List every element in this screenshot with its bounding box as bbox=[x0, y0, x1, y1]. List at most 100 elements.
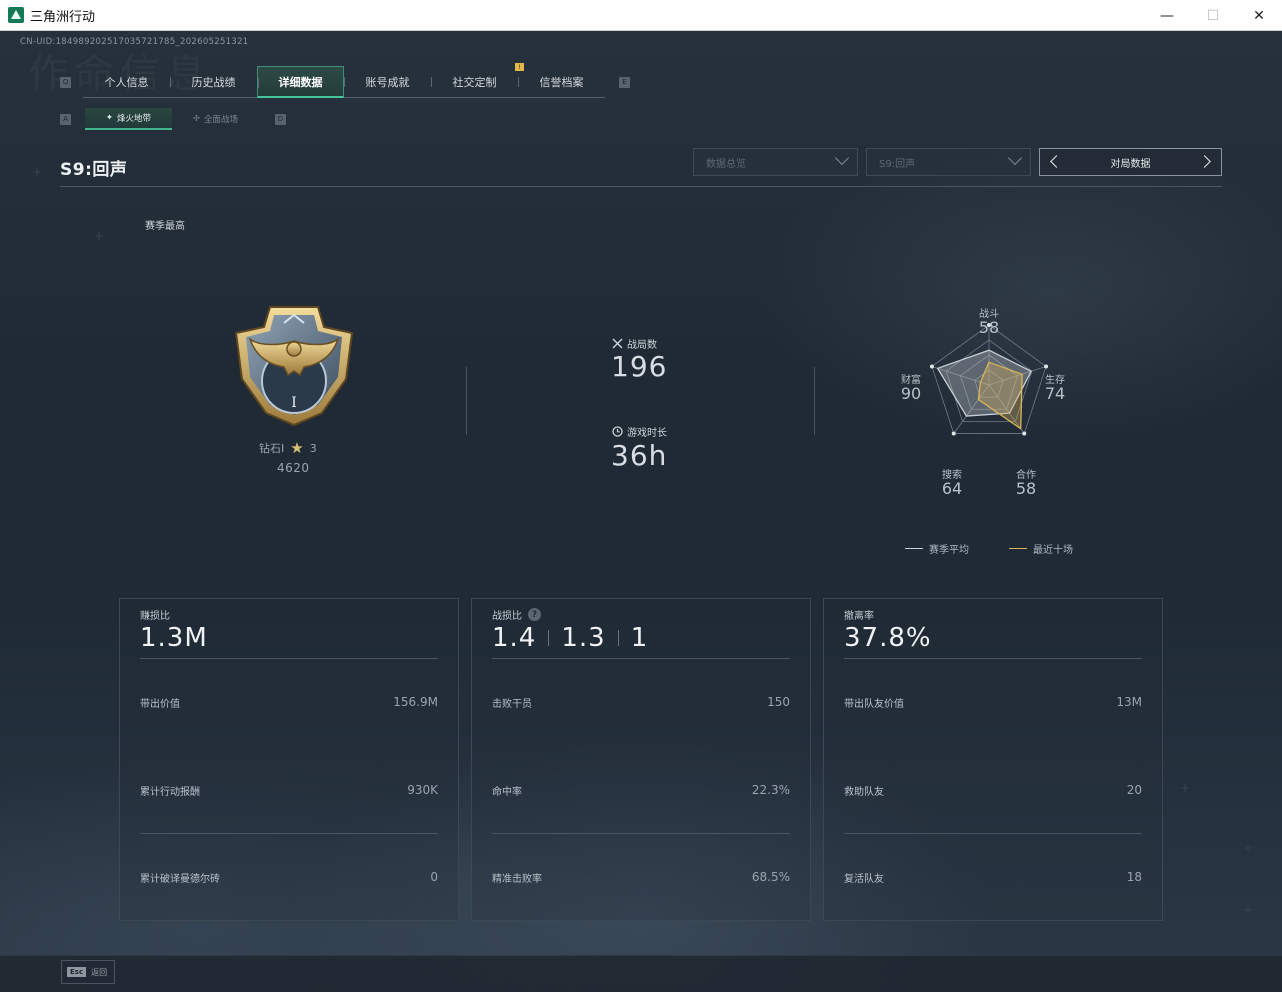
warfare-icon: ✢ bbox=[192, 114, 201, 124]
tab-label: 历史战绩 bbox=[191, 76, 236, 89]
tab-label: 信誉档案 bbox=[539, 76, 584, 89]
playtime-value: 36h bbox=[611, 439, 668, 472]
chevron-right-icon[interactable] bbox=[1198, 155, 1211, 168]
card-head-value: 1.3M bbox=[140, 623, 208, 653]
rank-stars: 3 bbox=[309, 441, 317, 455]
list-item: 救助队友 20 bbox=[844, 783, 1142, 798]
card-head-label: 撤离率 bbox=[844, 611, 874, 622]
main-tabs: Q 个人信息 历史战绩 详细数据 账号成就 社交定制! 信誉档案 E bbox=[60, 63, 630, 98]
tab-row: 个人信息 历史战绩 详细数据 账号成就 社交定制! 信誉档案 bbox=[83, 63, 605, 98]
radar-vertex-dot bbox=[1044, 364, 1049, 369]
help-icon[interactable]: ? bbox=[528, 608, 541, 621]
season-dropdown[interactable]: S9:回声 bbox=[866, 148, 1031, 176]
legend-season-avg-label: 赛季平均 bbox=[929, 545, 969, 556]
matches-label: 战局数 bbox=[612, 336, 657, 351]
svg-text:I: I bbox=[291, 395, 297, 411]
card-head-label: 赚损比 bbox=[140, 611, 170, 622]
clock-icon bbox=[612, 426, 623, 437]
star-icon: ★ bbox=[290, 438, 304, 457]
divider bbox=[492, 658, 790, 659]
app-logo-icon bbox=[8, 7, 24, 23]
tab-3[interactable]: 账号成就 bbox=[344, 66, 431, 98]
key-hint-a[interactable]: A bbox=[60, 113, 71, 125]
row-value: 22.3% bbox=[751, 783, 790, 797]
row-value: 20 bbox=[1126, 783, 1142, 797]
legend-recent-ten: 最近十场 bbox=[1009, 541, 1073, 556]
matches-value: 196 bbox=[611, 350, 668, 383]
list-item: 带出队友价值 13M bbox=[844, 695, 1142, 710]
game-screen: 作命信息 CN-UID:18498920251703572178​5_20260… bbox=[0, 31, 1282, 992]
crossed-swords-icon bbox=[612, 338, 623, 349]
legend-recent-ten-label: 最近十场 bbox=[1033, 545, 1073, 556]
row-label: 带出价值 bbox=[140, 699, 180, 710]
season-dropdown-value: S9:回声 bbox=[879, 158, 916, 170]
rank-tier: 钻石I bbox=[259, 442, 285, 455]
playtime-label: 游戏时长 bbox=[612, 424, 667, 439]
rank-tier-line: 钻石I ★ 3 bbox=[259, 440, 317, 456]
key-hint-d[interactable]: D bbox=[275, 113, 286, 125]
radar-axis-value: 90 bbox=[900, 384, 922, 403]
divider bbox=[140, 833, 438, 834]
decor-plus-icon: + bbox=[94, 229, 105, 243]
decor-plus-icon: + bbox=[1243, 841, 1254, 855]
key-hint-e[interactable]: E bbox=[619, 76, 630, 88]
row-label: 复活队友 bbox=[844, 874, 884, 885]
window-controls: — ☐ ✕ bbox=[1144, 0, 1282, 31]
divider bbox=[140, 658, 438, 659]
list-item: 复活队友 18 bbox=[844, 870, 1142, 885]
card-head-label: 战损比 ? bbox=[492, 607, 541, 622]
mode-dropdown-value: 数据总览 bbox=[706, 158, 746, 170]
row-value: 68.5% bbox=[751, 870, 790, 884]
row-label: 命中率 bbox=[492, 787, 522, 798]
kd-value: 1.4 bbox=[492, 623, 537, 653]
tab-1[interactable]: 历史战绩 bbox=[170, 66, 257, 98]
radar-vertex-dot bbox=[929, 364, 934, 369]
list-item: 累计行动报酬 930K bbox=[140, 783, 438, 798]
maximize-button[interactable]: ☐ bbox=[1190, 0, 1236, 31]
legend-season-avg: 赛季平均 bbox=[905, 541, 969, 556]
tab-5[interactable]: 信誉档案 bbox=[518, 66, 605, 98]
close-button[interactable]: ✕ bbox=[1236, 0, 1282, 31]
card-head-value: 37.8% bbox=[844, 623, 932, 653]
card-head-values: 1.4 1.3 1 bbox=[492, 623, 648, 653]
minimize-button[interactable]: — bbox=[1144, 0, 1190, 31]
radar-axis-value: 64 bbox=[941, 479, 963, 498]
match-data-pager: 对局数据 bbox=[1039, 148, 1222, 176]
playtime-label-text: 游戏时长 bbox=[627, 428, 667, 439]
tab-label: 个人信息 bbox=[104, 76, 149, 89]
chevron-down-icon bbox=[834, 150, 850, 166]
row-label: 精准击败率 bbox=[492, 874, 542, 885]
key-hint-q[interactable]: Q bbox=[60, 76, 71, 88]
decor-plus-icon: + bbox=[1180, 781, 1191, 795]
row-label: 救助队友 bbox=[844, 787, 884, 798]
pager-label: 对局数据 bbox=[1110, 158, 1151, 170]
legend-swatch-recent-ten bbox=[1009, 547, 1027, 550]
kd-value: 1.3 bbox=[561, 623, 606, 653]
esc-key-icon: Esc bbox=[67, 967, 87, 977]
bottom-bar bbox=[0, 955, 1282, 992]
list-item: 命中率 22.3% bbox=[492, 783, 790, 798]
list-item: 精准击败率 68.5% bbox=[492, 870, 790, 885]
radar-axis-value: 58 bbox=[1015, 479, 1037, 498]
divider bbox=[844, 833, 1142, 834]
tab-label: 社交定制 bbox=[452, 76, 497, 89]
divider bbox=[548, 630, 550, 646]
row-label: 击败干员 bbox=[492, 699, 532, 710]
row-value: 930K bbox=[407, 783, 438, 797]
season-best-label: 赛季最高 bbox=[145, 221, 185, 232]
subtab-0[interactable]: ✦ 烽火地带 bbox=[85, 108, 172, 130]
mode-dropdown[interactable]: 数据总览 bbox=[693, 148, 858, 176]
cn-uid: CN-UID:18498920251703572178​5_2026052513… bbox=[20, 37, 249, 47]
hazard-zone-icon: ✦ bbox=[105, 113, 114, 123]
tab-0[interactable]: 个人信息 bbox=[83, 66, 170, 98]
divider bbox=[617, 630, 619, 646]
row-label: 累计行动报酬 bbox=[140, 787, 200, 798]
sub-tabs: A ✦ 烽火地带 ✢ 全面战场 D bbox=[60, 108, 286, 130]
tab-2[interactable]: 详细数据 bbox=[257, 66, 344, 98]
back-button[interactable]: Esc 返回 bbox=[61, 960, 115, 984]
chevron-left-icon[interactable] bbox=[1050, 155, 1063, 168]
subtab-1[interactable]: ✢ 全面战场 bbox=[172, 108, 259, 130]
tab-4[interactable]: 社交定制! bbox=[431, 63, 524, 98]
radar-vertex-dot bbox=[951, 431, 956, 436]
subtab-label: 烽火地带 bbox=[117, 114, 152, 124]
